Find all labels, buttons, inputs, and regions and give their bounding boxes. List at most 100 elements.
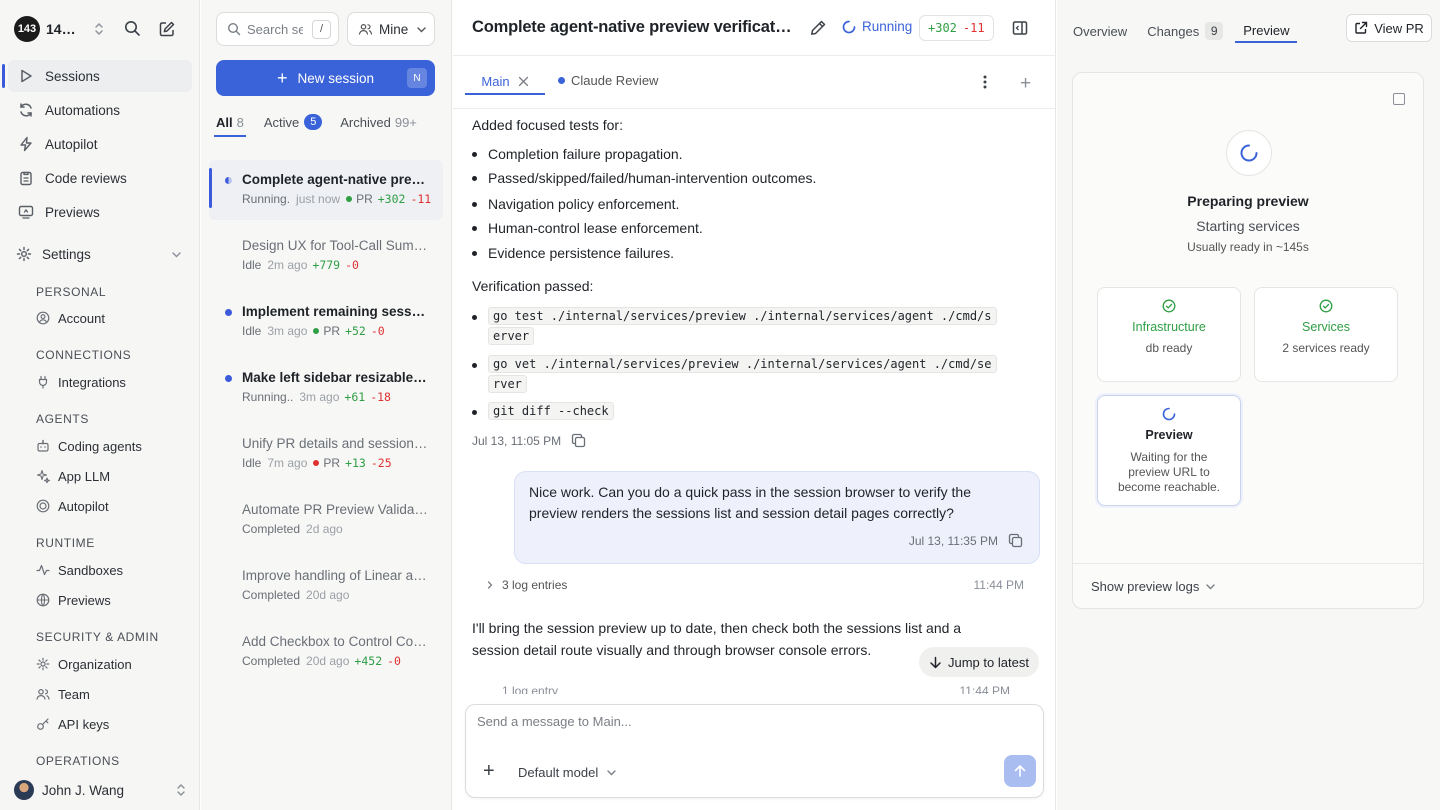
copy-icon[interactable] — [571, 433, 586, 448]
user-menu[interactable]: John J. Wang — [14, 780, 186, 800]
owner-filter-select[interactable]: Mine — [347, 12, 435, 46]
tab-overview[interactable]: Overview — [1073, 19, 1127, 43]
owner-filter-value: Mine — [379, 21, 409, 37]
plus-icon: + — [276, 68, 288, 88]
preview-status-card: Preparing preview Starting services Usua… — [1072, 72, 1424, 609]
divider — [1073, 563, 1423, 564]
nav-item-autopilot[interactable]: Autopilot — [8, 128, 192, 160]
session-row[interactable]: Design UX for Tool-Call Summaries Idle 2… — [209, 226, 443, 286]
settings-item-api-keys[interactable]: API keys — [36, 713, 109, 735]
tab-label: All — [216, 114, 233, 130]
jump-to-latest-button[interactable]: Jump to latest — [919, 647, 1039, 677]
settings-item-autopilot[interactable]: Autopilot — [36, 495, 109, 517]
monitor-icon — [18, 203, 36, 221]
timestamp-text: Jul 13, 11:35 PM — [908, 533, 998, 548]
settings-toggle[interactable]: Settings — [8, 238, 192, 270]
session-title: Unify PR details and session header — [242, 436, 428, 451]
settings-item-integrations[interactable]: Integrations — [36, 371, 126, 393]
section-connections: CONNECTIONS — [36, 348, 132, 362]
add-tab-button[interactable]: + — [1020, 73, 1031, 95]
session-row[interactable]: Improve handling of Linear attachments C… — [209, 556, 443, 616]
inline-code: go vet ./internal/services/preview ./int… — [488, 355, 997, 373]
settings-item-app-llm[interactable]: App LLM — [36, 465, 110, 487]
log-entries-toggle[interactable]: 1 log entry 11:44 PM — [486, 684, 1024, 694]
chevron-down-icon — [416, 24, 427, 35]
step-name: Infrastructure — [1132, 320, 1206, 334]
settings-item-coding-agents[interactable]: Coding agents — [36, 435, 142, 457]
new-session-label: New session — [297, 70, 375, 86]
tab-preview[interactable]: Preview — [1235, 19, 1298, 43]
settings-item-account[interactable]: Account — [36, 307, 105, 329]
search-icon[interactable] — [124, 20, 141, 37]
session-time: 3m ago — [299, 390, 340, 404]
thread-tabs: Main Claude Review + — [453, 57, 1056, 109]
step-infrastructure: Infrastructure db ready — [1097, 287, 1241, 382]
tab-count: 8 — [236, 114, 244, 130]
session-row[interactable]: Unify PR details and session header Idle… — [209, 424, 443, 484]
session-row[interactable]: Complete agent-native preview verificati… — [209, 160, 443, 220]
details-tabs: Overview Changes 9 Preview — [1073, 19, 1317, 43]
tab-main[interactable]: Main — [465, 69, 545, 95]
workspace-switcher[interactable]: 143 143 Workspace — [14, 16, 104, 42]
list-item: Completion failure propagation. — [472, 146, 683, 162]
session-time: 20d ago — [306, 588, 350, 602]
left-sidebar: 143 143 Workspace Sessions Automations A… — [0, 0, 200, 810]
session-time: 2d ago — [306, 522, 343, 536]
message-timestamp: Jul 13, 11:35 PM — [909, 533, 1023, 548]
session-title: Design UX for Tool-Call Summaries — [242, 238, 428, 253]
pr-label: PR — [323, 456, 341, 470]
close-icon[interactable] — [518, 76, 529, 87]
view-pr-button[interactable]: View PR — [1346, 14, 1432, 42]
tab-label: Preview — [1243, 22, 1290, 38]
new-session-button[interactable]: + New session N — [216, 60, 435, 96]
chevron-down-icon — [171, 249, 182, 260]
compose-icon[interactable] — [158, 20, 176, 38]
tab-active[interactable]: Active 5 — [264, 114, 323, 137]
show-preview-logs-button[interactable]: Show preview logs — [1091, 579, 1216, 594]
attach-button[interactable]: + — [483, 761, 495, 781]
preview-spinner — [1226, 130, 1272, 176]
settings-item-sandboxes[interactable]: Sandboxes — [36, 559, 123, 581]
pencil-icon[interactable] — [809, 19, 827, 37]
nav-item-automations[interactable]: Automations — [8, 94, 192, 126]
session-search[interactable]: Search sessions / — [216, 12, 339, 46]
nav-item-label: Code reviews — [45, 170, 127, 186]
nav-item-previews[interactable]: Previews — [8, 196, 192, 228]
model-select[interactable]: Default model — [518, 765, 617, 780]
step-detail: db ready — [1145, 341, 1193, 355]
list-item-text: Human-control lease enforcement. — [488, 220, 703, 236]
chevron-down-icon — [606, 767, 617, 778]
tab-changes[interactable]: Changes 9 — [1147, 19, 1224, 43]
sidebar-toggle-icon[interactable] — [1012, 20, 1028, 36]
nav-item-sessions[interactable]: Sessions — [2, 60, 192, 92]
diff-stat[interactable]: +302 -11 — [919, 15, 994, 41]
log-entries-label: 3 log entries — [502, 578, 568, 592]
log-entries-toggle[interactable]: 3 log entries 11:44 PM — [486, 578, 1024, 592]
message-input[interactable]: Send a message to Main... — [477, 714, 632, 729]
unread-indicator — [225, 375, 232, 382]
tab-all[interactable]: All 8 — [214, 115, 246, 137]
nav-item-code-reviews[interactable]: Code reviews — [8, 162, 192, 194]
session-row[interactable]: Add Checkbox to Control Console Complete… — [209, 622, 443, 682]
session-status: Idle — [242, 456, 262, 470]
tab-claude-review[interactable]: Claude Review — [558, 73, 658, 88]
expand-checkbox[interactable] — [1393, 93, 1405, 105]
lines-deleted: -0 — [345, 258, 359, 272]
more-vertical-icon[interactable] — [983, 74, 987, 90]
bot-icon — [36, 439, 52, 453]
tab-archived[interactable]: Archived 99+ — [340, 115, 417, 137]
copy-icon[interactable] — [1008, 533, 1023, 548]
settings-item-organization[interactable]: Organization — [36, 653, 132, 675]
session-row[interactable]: Automate PR Preview Validation Completed… — [209, 490, 443, 550]
settings-item-previews[interactable]: Previews — [36, 589, 111, 611]
session-title: Complete agent-native preview verificati… — [242, 172, 428, 187]
tab-label: Main — [481, 73, 510, 89]
settings-item-team[interactable]: Team — [36, 683, 90, 705]
session-filter-tabs: All 8 Active 5 Archived 99+ — [214, 114, 435, 137]
send-button[interactable] — [1004, 755, 1036, 787]
search-input[interactable]: Search sessions — [247, 22, 303, 37]
session-row[interactable]: Make left sidebar resizable and collapsi… — [209, 358, 443, 418]
session-row[interactable]: Implement remaining session features Idl… — [209, 292, 443, 352]
assistant-text: Verification passed: — [472, 278, 594, 294]
lines-deleted: -18 — [370, 390, 391, 404]
